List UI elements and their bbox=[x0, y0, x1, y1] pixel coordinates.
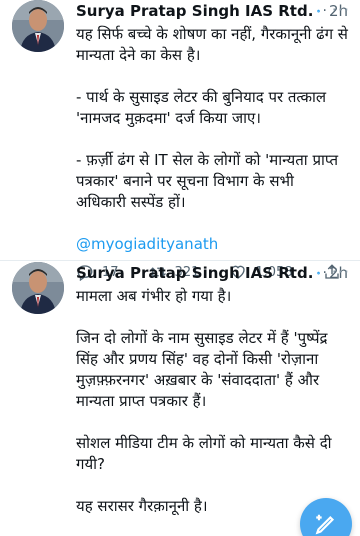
author-avatar[interactable] bbox=[12, 262, 64, 314]
mention-link[interactable]: @myogiadityanath bbox=[76, 234, 348, 255]
header-separator: · bbox=[322, 3, 327, 19]
tweet-1[interactable]: Surya Pratap Singh IAS Rtd. · 2h ··· यह … bbox=[0, 0, 360, 281]
tweet-paragraph: सोशल मीडिया टीम के लोगों को मान्यता कैसे… bbox=[76, 434, 332, 473]
verified-badge-icon bbox=[317, 271, 321, 275]
author-avatar[interactable] bbox=[12, 0, 64, 52]
tweet-paragraph: - पार्थ के सुसाइड लेटर की बुनियाद पर तत्… bbox=[76, 88, 327, 127]
tweet-header: Surya Pratap Singh IAS Rtd. · 2h bbox=[76, 262, 348, 284]
tweet-2[interactable]: Surya Pratap Singh IAS Rtd. · 2h ··· माम… bbox=[0, 262, 360, 536]
tweet-text: मामला अब गंभीर हो गया है। जिन दो लोगों क… bbox=[76, 286, 348, 517]
verified-badge-icon bbox=[317, 9, 321, 13]
author-name[interactable]: Surya Pratap Singh IAS Rtd. bbox=[76, 264, 313, 282]
more-options-icon[interactable]: ··· bbox=[332, 262, 350, 281]
author-name[interactable]: Surya Pratap Singh IAS Rtd. bbox=[76, 2, 313, 20]
tweet-paragraph: - फ़र्ज़ी ढंग से IT सेल के लोगों को 'मान… bbox=[76, 151, 339, 211]
tweet-paragraph: मामला अब गंभीर हो गया है। bbox=[76, 287, 232, 305]
tweet-header: Surya Pratap Singh IAS Rtd. · 2h bbox=[76, 0, 348, 22]
tweet-paragraph: जिन दो लोगों के नाम सुसाइड लेटर में हैं … bbox=[76, 329, 328, 410]
compose-tweet-icon bbox=[315, 514, 335, 535]
more-options-icon[interactable]: ··· bbox=[332, 0, 350, 19]
tweet-text: यह सिर्फ बच्चे के शोषण का नहीं, गैरकानून… bbox=[76, 24, 348, 255]
tweet-divider bbox=[0, 260, 360, 261]
header-separator: · bbox=[322, 265, 327, 281]
tweet-paragraph: यह सिर्फ बच्चे के शोषण का नहीं, गैरकानून… bbox=[76, 25, 348, 64]
